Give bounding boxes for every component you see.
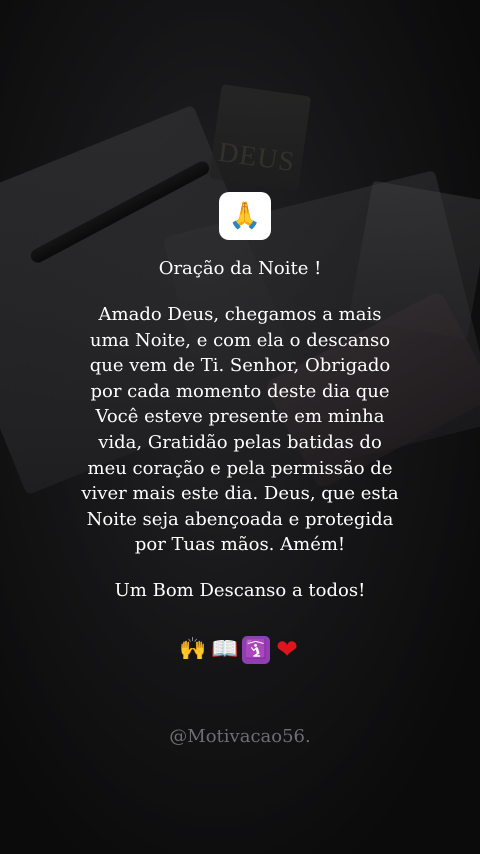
raised-hands-icon: 🙌 <box>179 637 207 662</box>
prayer-line: meu coração e pela permissão de <box>87 457 393 479</box>
praying-hands-icon: 🙏 <box>219 192 271 240</box>
red-heart-icon: ❤ <box>276 635 298 665</box>
open-book-icon: 📖 <box>211 637 239 662</box>
prayer-line: Você esteve presente em minha <box>95 406 385 428</box>
prayer-body: Amado Deus, chegamos a mais uma Noite, e… <box>70 302 410 558</box>
author-watermark: @Motivacao56. <box>169 726 311 747</box>
prayer-line: viver mais este dia. Deus, que esta <box>81 483 399 505</box>
prayer-line: que vem de Ti. Senhor, Obrigado <box>89 355 391 377</box>
prayer-line: Noite seja abençoada e protegida <box>86 508 394 530</box>
prayer-title: Oração da Noite ! <box>158 258 322 279</box>
prayer-line: vida, Gratidão pelas batidas do <box>98 431 382 453</box>
prayer-line: por Tuas mãos. Amém! <box>134 534 346 556</box>
prayer-line: por cada momento deste dia que <box>90 380 390 402</box>
emoji-row: 🙌 📖 🛐 ❤ <box>0 636 480 666</box>
post-text-overlay: 🙏 Oração da Noite ! Amado Deus, chegamos… <box>0 0 480 854</box>
place-of-worship-icon: 🛐 <box>242 636 270 664</box>
prayer-line: uma Noite, e com ela o descanso <box>89 329 391 351</box>
prayer-line: Amado Deus, chegamos a mais <box>98 304 382 325</box>
closing-message: Um Bom Descanso a todos! <box>114 580 366 601</box>
post-image: DEUS 🙏 Oração da Noite ! Amado Deus, che… <box>0 0 480 854</box>
